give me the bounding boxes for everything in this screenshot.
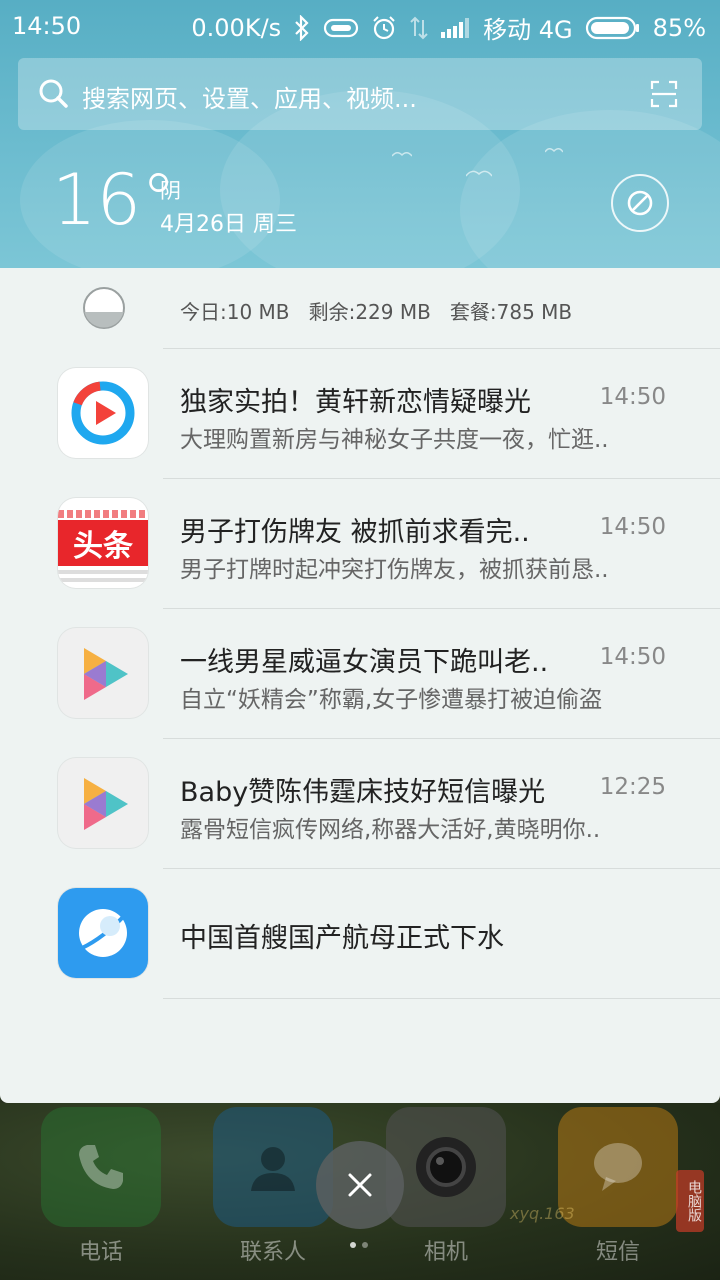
phone-icon[interactable]	[41, 1107, 161, 1227]
bird-icon	[392, 152, 412, 157]
page-indicator	[350, 1242, 368, 1248]
bird-icon	[545, 148, 563, 153]
toutiao-logo-text: 头条	[58, 520, 148, 566]
data-usage-row[interactable]: 今日:10 MB 剩余:229 MB 套餐:785 MB	[0, 268, 720, 348]
bird-icon	[466, 170, 492, 177]
search-bar[interactable]: 搜索网页、设置、应用、视频...	[18, 58, 702, 130]
notification-title: 一线男星威逼女演员下跪叫老..	[180, 647, 549, 678]
alarm-icon	[371, 15, 397, 41]
scan-icon[interactable]	[650, 80, 678, 112]
battery-level: 85%	[652, 13, 706, 42]
notification-item[interactable]: Baby赞陈伟霆床技好短信曝光 12:25 露骨短信疯传网络,称器大活好,黄晓明…	[0, 738, 720, 868]
weather-condition: 阴	[160, 179, 181, 203]
notification-time: 12:25	[599, 774, 666, 800]
status-bar: 14:50 0.00K/s 移动 4G 85%	[0, 0, 720, 52]
notification-item[interactable]: 中国首艘国产航母正式下水	[0, 868, 720, 998]
notification-body: 男子打牌时起冲突打伤牌友，被抓获前恳..	[180, 557, 609, 583]
notification-body: 自立“妖精会”称霸,女子惨遭暴打被迫偷盗	[180, 687, 603, 713]
clear-notifications-button[interactable]	[611, 174, 669, 232]
contacts-icon[interactable]	[213, 1107, 333, 1227]
block-icon	[627, 190, 653, 216]
notification-item[interactable]: 头条 男子打伤牌友 被抓前求看完.. 14:50 男子打牌时起冲突打伤牌友，被抓…	[0, 478, 720, 608]
video-play-icon	[58, 628, 148, 718]
notification-time: 14:50	[599, 644, 666, 670]
vibrate-icon	[323, 17, 359, 39]
notification-time: 14:50	[599, 514, 666, 540]
messages-icon[interactable]	[558, 1107, 678, 1227]
video-play-icon	[58, 758, 148, 848]
notification-title: 中国首艘国产航母正式下水	[180, 923, 504, 954]
data-usage-text: 今日:10 MB 剩余:229 MB 套餐:785 MB	[180, 300, 573, 324]
network-speed: 0.00K/s	[191, 13, 282, 42]
weather-header: 14:50 0.00K/s 移动 4G 85% 搜索网页、设置、应用、视频...…	[0, 0, 720, 268]
dock-label: 相机	[423, 1240, 468, 1265]
data-usage-icon	[82, 286, 126, 334]
carrier-label: 移动 4G	[483, 16, 573, 44]
signal-icon	[441, 17, 471, 38]
close-icon	[348, 1173, 372, 1197]
notification-body: 露骨短信疯传网络,称器大活好,黄晓明你..	[180, 817, 601, 843]
notification-item[interactable]: 独家实拍！黄轩新恋情疑曝光 14:50 大理购置新房与神秘女子共度一夜，忙逛..	[0, 348, 720, 478]
youku-icon	[58, 368, 148, 458]
wallpaper-watermark: xyq.163	[510, 1204, 575, 1223]
notification-title: 独家实拍！黄轩新恋情疑曝光	[180, 387, 531, 418]
close-button[interactable]	[316, 1141, 404, 1229]
cloud-decoration	[460, 110, 720, 268]
data-transfer-icon	[409, 16, 429, 40]
status-time: 14:50	[12, 12, 82, 40]
dock-label: 联系人	[239, 1240, 306, 1265]
temperature[interactable]: 16°	[52, 165, 176, 235]
search-icon	[38, 78, 70, 114]
notification-title: Baby赞陈伟霆床技好短信曝光	[180, 777, 546, 808]
pc-version-badge: 电脑版	[676, 1170, 704, 1232]
toutiao-icon: 头条	[58, 498, 148, 588]
notification-panel: 今日:10 MB 剩余:229 MB 套餐:785 MB 独家实拍！黄轩新恋情疑…	[0, 268, 720, 1103]
dock-label: 电话	[78, 1240, 123, 1265]
dock-label: 短信	[595, 1240, 640, 1265]
notification-title: 男子打伤牌友 被抓前求看完..	[180, 517, 530, 548]
browser-icon	[58, 888, 148, 978]
battery-icon	[585, 16, 641, 40]
divider	[163, 998, 720, 999]
weather-date: 4月26日 周三	[160, 212, 297, 237]
search-placeholder: 搜索网页、设置、应用、视频...	[82, 85, 417, 113]
notification-body: 大理购置新房与神秘女子共度一夜，忙逛..	[180, 427, 609, 453]
bluetooth-icon	[293, 14, 311, 41]
notification-time: 14:50	[599, 384, 666, 410]
notification-item[interactable]: 一线男星威逼女演员下跪叫老.. 14:50 自立“妖精会”称霸,女子惨遭暴打被迫…	[0, 608, 720, 738]
camera-icon[interactable]	[386, 1107, 506, 1227]
